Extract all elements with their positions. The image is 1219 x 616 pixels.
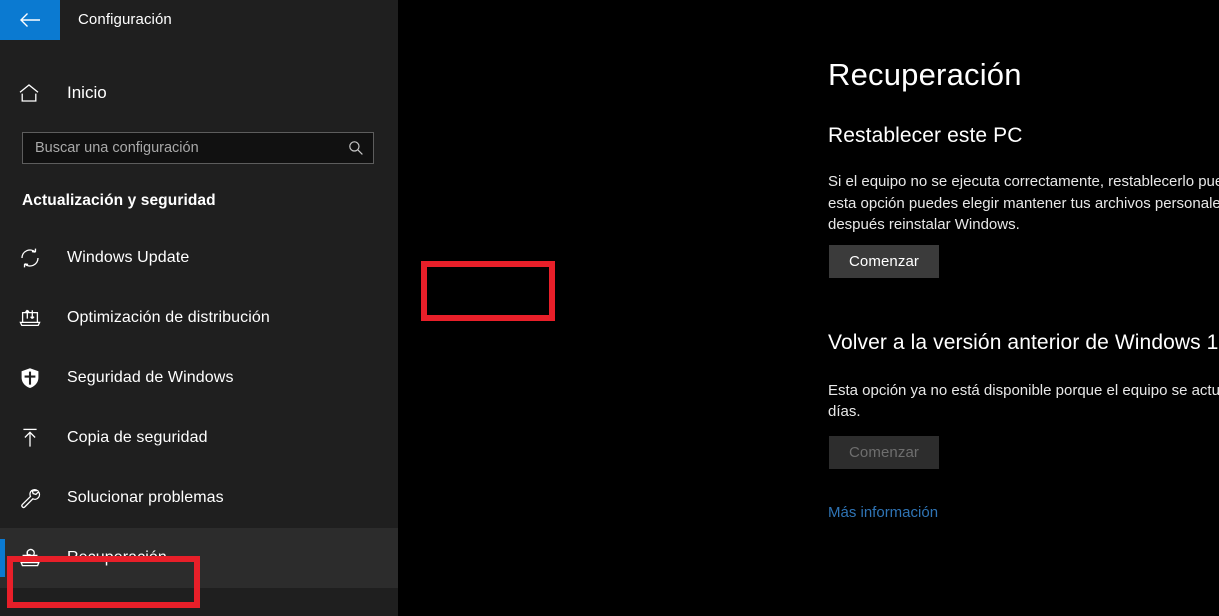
sidebar-item-label: Optimización de distribución [67,309,270,326]
sidebar-item-home[interactable]: Inicio [0,72,398,114]
settings-window: Configuración Inicio Actualización y seg… [0,0,1219,616]
page-title: Recuperación [828,57,1022,92]
sidebar-item-label: Recuperación [67,549,167,566]
sidebar-item-backup[interactable]: Copia de seguridad [0,408,398,468]
section-title: Volver a la versión anterior de Windows … [828,330,1219,354]
sidebar-item-windows-update[interactable]: Windows Update [0,228,398,288]
delivery-optimization-icon [18,306,44,330]
sidebar-item-delivery-optimization[interactable]: Optimización de distribución [0,288,398,348]
content-pane: Recuperación Restablecer este PC Si el e… [398,0,1219,616]
sidebar-item-recovery[interactable]: Recuperación [0,528,398,588]
title-bar: Configuración [0,0,398,40]
sidebar-category-heading: Actualización y seguridad [22,192,216,209]
section-description: Esta opción ya no está disponible porque… [828,381,1219,421]
recovery-icon [18,546,44,570]
sync-refresh-icon [18,246,44,270]
search-box[interactable] [22,132,374,164]
section-reset-this-pc: Restablecer este PC Si el equipo no se e… [828,124,1219,278]
section-description: Si el equipo no se ejecuta correctamente… [828,173,1219,234]
wrench-icon [18,486,44,510]
home-icon [18,83,44,103]
go-back-start-button: Comenzar [829,435,939,469]
upload-arrow-icon [18,426,44,450]
shield-icon [18,366,44,390]
back-button[interactable] [0,0,60,40]
learn-more-link[interactable]: Más información [828,504,938,521]
sidebar-item-label: Windows Update [67,249,190,266]
reset-pc-start-button[interactable]: Comenzar [829,244,939,278]
sidebar-item-label: Solucionar problemas [67,489,224,506]
selection-accent-bar [0,539,5,577]
section-go-back-previous-version: Volver a la versión anterior de Windows … [828,331,1219,522]
sidebar-item-troubleshoot[interactable]: Solucionar problemas [0,468,398,528]
search-input[interactable] [35,140,345,156]
back-arrow-icon [19,11,41,29]
sidebar-item-label: Seguridad de Windows [67,369,234,386]
sidebar: Configuración Inicio Actualización y seg… [0,0,398,616]
section-title: Restablecer este PC [828,124,1023,148]
sidebar-item-home-label: Inicio [67,83,107,102]
sidebar-nav-list: Windows Update Optimización de distribuc… [0,228,398,588]
search-icon[interactable] [345,140,367,156]
sidebar-item-label: Copia de seguridad [67,429,208,446]
window-title: Configuración [78,11,172,28]
sidebar-item-windows-security[interactable]: Seguridad de Windows [0,348,398,408]
